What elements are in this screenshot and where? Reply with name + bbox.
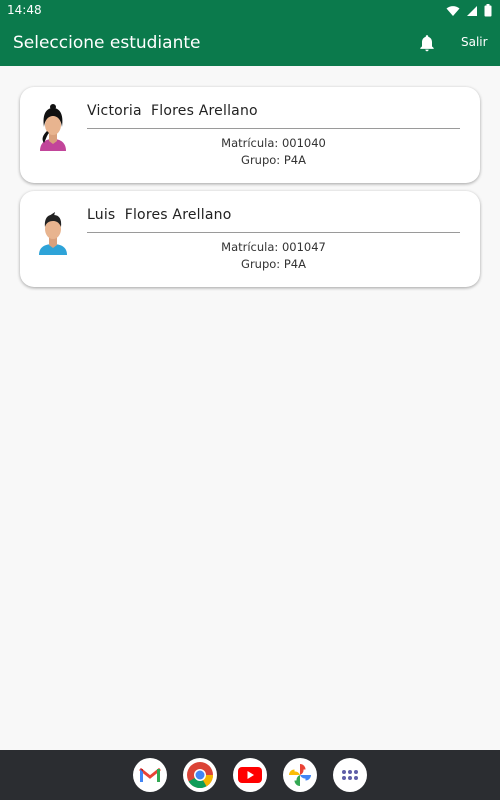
- status-bar: 14:48: [0, 0, 500, 22]
- chrome-icon[interactable]: [183, 758, 217, 792]
- photos-icon[interactable]: [283, 758, 317, 792]
- page-title: Seleccione estudiante: [13, 33, 201, 53]
- wifi-icon: [446, 5, 460, 16]
- signal-icon: [467, 5, 477, 16]
- app-bar: Seleccione estudiante Salir: [0, 22, 500, 66]
- logout-button[interactable]: Salir: [461, 35, 488, 49]
- notifications-bell-icon[interactable]: [417, 33, 437, 53]
- male-avatar-icon: [39, 212, 67, 255]
- student-matricula: Matrícula: 001047: [221, 240, 326, 254]
- student-matricula: Matrícula: 001040: [221, 136, 326, 150]
- gmail-icon[interactable]: [133, 758, 167, 792]
- app-drawer-icon[interactable]: [333, 758, 367, 792]
- student-card[interactable]: Luis Flores Arellano Matrícula: 001047 G…: [20, 191, 480, 287]
- battery-icon: [484, 4, 492, 17]
- card-divider: [87, 128, 460, 129]
- student-grupo: Grupo: P4A: [241, 257, 306, 271]
- female-avatar-icon: [40, 104, 66, 151]
- status-time: 14:48: [7, 3, 42, 17]
- student-name: Victoria Flores Arellano: [87, 103, 258, 119]
- bottom-dock: [0, 750, 500, 800]
- student-name: Luis Flores Arellano: [87, 207, 232, 223]
- card-divider: [87, 232, 460, 233]
- student-card[interactable]: Victoria Flores Arellano Matrícula: 0010…: [20, 87, 480, 183]
- student-grupo: Grupo: P4A: [241, 153, 306, 167]
- youtube-icon[interactable]: [233, 758, 267, 792]
